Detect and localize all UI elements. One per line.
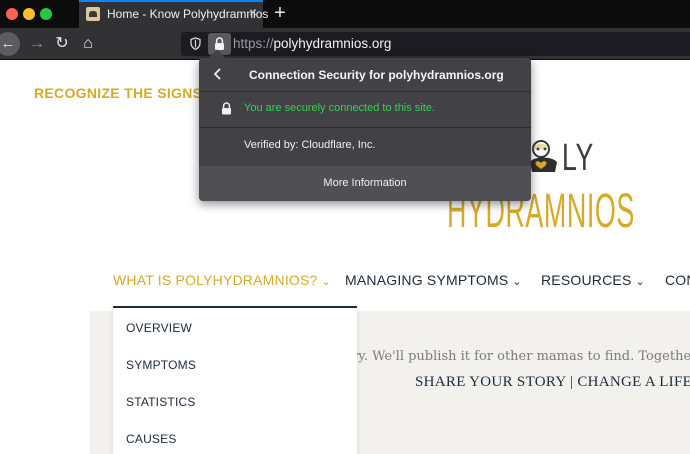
nav-item-label: MANAGING SYMPTOMS <box>345 272 509 288</box>
nav-item-label: WHAT IS POLYHYDRAMNIOS? <box>113 272 318 288</box>
panel-divider <box>199 91 531 92</box>
tab-bar: Home - Know Polyhydramnios × + <box>0 0 690 28</box>
more-information-label: More Information <box>323 177 407 189</box>
tracking-protection-shield-icon[interactable] <box>190 37 201 50</box>
panel-divider <box>199 127 531 128</box>
logo-baby-icon <box>530 140 557 172</box>
reload-button[interactable]: ↻ <box>51 34 73 54</box>
back-chevron-icon[interactable] <box>211 66 225 82</box>
forward-button[interactable]: → <box>26 34 48 54</box>
hero-text: ry. We'll publish it for other mamas to … <box>352 349 690 364</box>
navigation-toolbar: ← → ↻ ⌂ https://polyhydramnios.org <box>0 28 690 60</box>
minimize-window-button[interactable] <box>23 8 35 20</box>
nav-dropdown-menu: OVERVIEW SYMPTOMS STATISTICS CAUSES <box>113 306 357 454</box>
url-host: polyhydramnios.org <box>273 36 392 51</box>
secure-lock-icon <box>222 102 231 115</box>
zoom-window-button[interactable] <box>40 8 52 20</box>
address-bar[interactable]: https://polyhydramnios.org <box>181 32 690 56</box>
more-information-button[interactable]: More Information <box>199 166 531 201</box>
back-button[interactable]: ← <box>0 32 20 56</box>
site-favicon-icon <box>86 7 100 21</box>
tab-title: Home - Know Polyhydramnios <box>107 7 269 21</box>
panel-title: Connection Security for polyhydramnios.o… <box>249 68 504 82</box>
chevron-down-icon: ⌄ <box>512 276 522 288</box>
home-button[interactable]: ⌂ <box>77 34 99 54</box>
chevron-down-icon: ⌄ <box>635 276 645 288</box>
dropdown-item-causes[interactable]: CAUSES <box>126 432 177 446</box>
dropdown-item-statistics[interactable]: STATISTICS <box>126 395 196 409</box>
certificate-verifier: Verified by: Cloudflare, Inc. <box>244 139 376 151</box>
close-tab-icon[interactable]: × <box>249 4 257 20</box>
dropdown-item-symptoms[interactable]: SYMPTOMS <box>126 358 196 372</box>
nav-item-contact[interactable]: CON <box>665 272 690 288</box>
active-tab[interactable]: Home - Know Polyhydramnios × <box>79 0 268 28</box>
chevron-down-icon: ⌄ <box>321 276 331 288</box>
new-tab-button[interactable]: + <box>270 1 290 25</box>
nav-item-label: CON <box>665 272 690 288</box>
dropdown-item-overview[interactable]: OVERVIEW <box>126 321 192 335</box>
nav-item-what-is-polyhydramnios[interactable]: WHAT IS POLYHYDRAMNIOS? ⌄ <box>113 272 331 288</box>
site-tagline: RECOGNIZE THE SIGNS. <box>34 85 207 101</box>
main-nav: WHAT IS POLYHYDRAMNIOS? ⌄ MANAGING SYMPTO… <box>0 268 690 292</box>
close-window-button[interactable] <box>6 8 18 20</box>
url-text[interactable]: https://polyhydramnios.org <box>233 36 391 51</box>
logo-text-top: LY <box>562 137 594 179</box>
nav-item-label: RESOURCES <box>541 272 632 288</box>
nav-item-managing-symptoms[interactable]: MANAGING SYMPTOMS ⌄ <box>345 272 522 288</box>
nav-item-resources[interactable]: RESOURCES ⌄ <box>541 272 645 288</box>
url-scheme: https:// <box>233 36 274 51</box>
secure-connection-status: You are securely connected to this site. <box>244 102 435 114</box>
connection-security-panel: Connection Security for polyhydramnios.o… <box>199 49 531 201</box>
share-story-link[interactable]: SHARE YOUR STORY | CHANGE A LIFE <box>415 374 690 391</box>
